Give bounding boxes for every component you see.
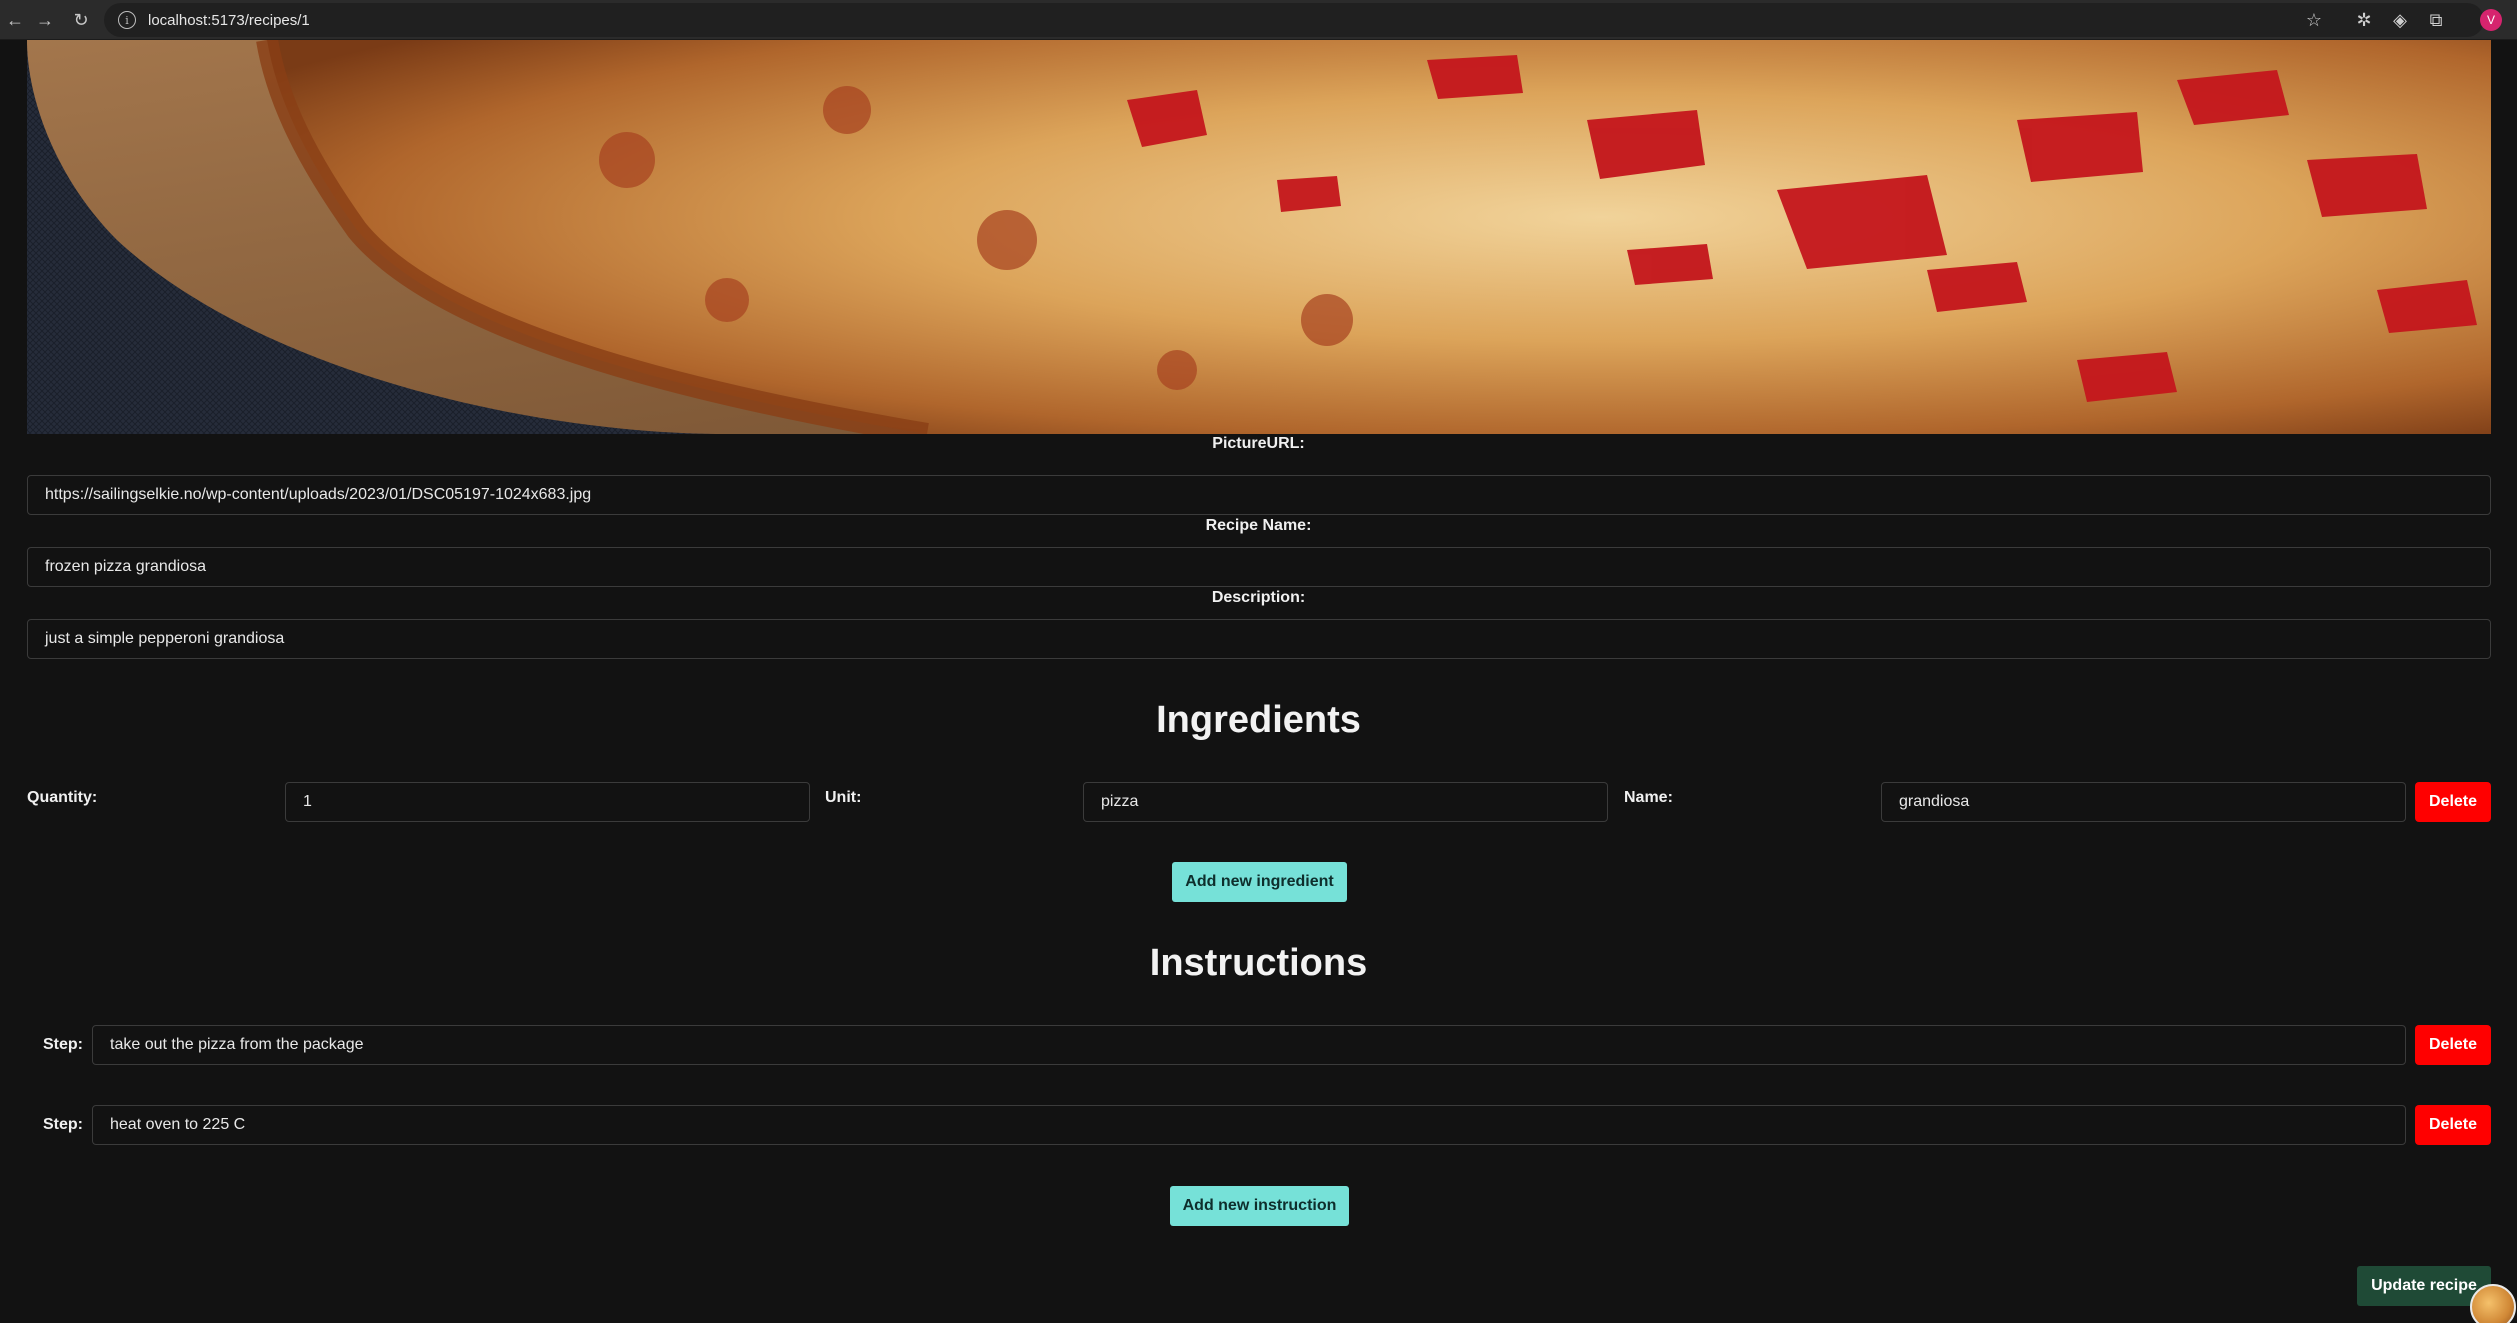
delete-ingredient-button[interactable]: Delete xyxy=(2415,782,2491,822)
site-info-icon[interactable]: i xyxy=(118,11,136,29)
step-label: Step: xyxy=(43,1116,83,1133)
quantity-input[interactable]: 1 xyxy=(285,782,810,822)
add-instruction-button[interactable]: Add new instruction xyxy=(1170,1186,1349,1226)
step-input[interactable]: heat oven to 225 C xyxy=(92,1105,2406,1145)
floating-widget-icon[interactable] xyxy=(2470,1284,2516,1323)
forward-icon[interactable]: → xyxy=(30,0,60,40)
recipe-picture xyxy=(27,40,2491,434)
pizza-image xyxy=(27,40,2491,434)
unit-input[interactable]: pizza xyxy=(1083,782,1608,822)
extension-icon[interactable]: ◈ xyxy=(2386,0,2414,40)
url-text: localhost:5173/recipes/1 xyxy=(148,11,310,29)
address-bar[interactable]: i localhost:5173/recipes/1 xyxy=(104,3,2484,37)
back-icon[interactable]: ← xyxy=(0,0,30,40)
unit-label: Unit: xyxy=(825,789,862,806)
delete-step-button[interactable]: Delete xyxy=(2415,1025,2491,1065)
instructions-heading: Instructions xyxy=(1149,942,1368,984)
name-label: Name: xyxy=(1624,789,1673,806)
profile-avatar[interactable]: V xyxy=(2477,0,2505,40)
delete-step-button[interactable]: Delete xyxy=(2415,1105,2491,1145)
recipe-name-label: Recipe Name: xyxy=(1205,517,1312,534)
extension-gear-icon[interactable]: ✲ xyxy=(2350,0,2378,40)
bookmark-star-icon[interactable]: ☆ xyxy=(2300,0,2328,40)
add-ingredient-button[interactable]: Add new ingredient xyxy=(1172,862,1347,902)
description-input[interactable]: just a simple pepperoni grandiosa xyxy=(27,619,2491,659)
ingredients-heading: Ingredients xyxy=(1156,699,1361,741)
ingredient-name-input[interactable]: grandiosa xyxy=(1881,782,2406,822)
description-label: Description: xyxy=(1211,589,1306,606)
picture-url-input[interactable]: https://sailingselkie.no/wp-content/uplo… xyxy=(27,475,2491,515)
extensions-puzzle-icon[interactable]: ⧉ xyxy=(2422,0,2450,40)
reload-icon[interactable]: ↻ xyxy=(66,0,96,40)
recipe-name-input[interactable]: frozen pizza grandiosa xyxy=(27,547,2491,587)
quantity-label: Quantity: xyxy=(27,789,98,806)
step-label: Step: xyxy=(43,1036,83,1053)
browser-toolbar: ← → ↻ i localhost:5173/recipes/1 ☆ ✲ ◈ ⧉… xyxy=(0,0,2517,40)
picture-url-label: PictureURL: xyxy=(1212,435,1305,452)
step-input[interactable]: take out the pizza from the package xyxy=(92,1025,2406,1065)
